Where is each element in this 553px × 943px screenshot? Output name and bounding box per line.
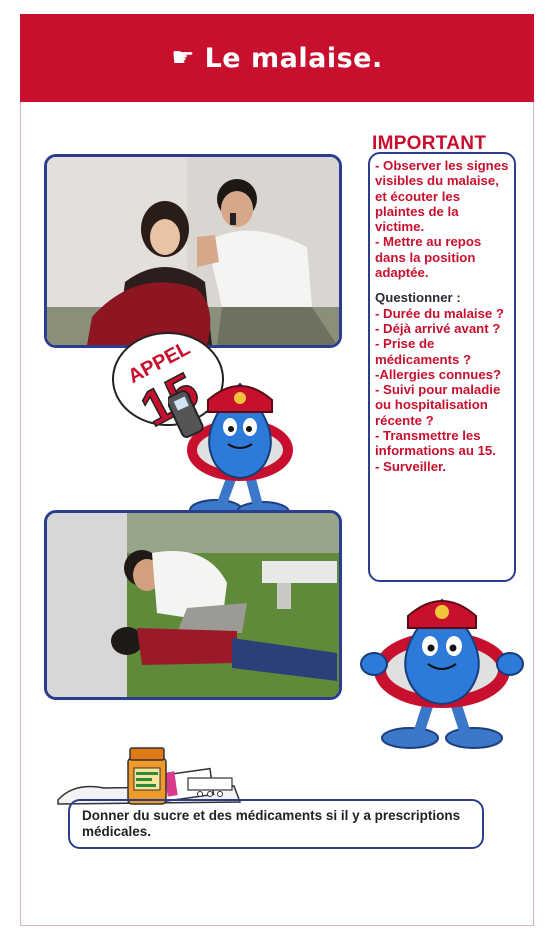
questions-title: Questionner : xyxy=(375,290,461,306)
firefighter-drop-mascot-icon xyxy=(166,372,308,523)
question-followup: - Suivi pour maladie ou hospitalisation … xyxy=(375,382,501,428)
firefighter-drop-mascot-icon xyxy=(358,582,526,750)
title-banner: ☛ Le malaise. xyxy=(20,14,534,102)
question-duration: - Durée du malaise ? xyxy=(375,305,504,321)
sugar-medication-note: Donner du sucre et des médicaments si il… xyxy=(68,799,484,849)
note-text: Donner du sucre et des médicaments si il… xyxy=(82,808,461,839)
important-observe: - Observer les signes visibles du malais… xyxy=(375,158,509,235)
important-box: - Observer les signes visibles du malais… xyxy=(368,152,516,582)
hand-pointing-right-icon: ☛ xyxy=(171,43,195,73)
photo-seated-victim-call xyxy=(44,154,342,348)
instruction-monitor: - Surveiller. xyxy=(375,458,447,474)
page-title: Le malaise. xyxy=(204,42,383,74)
instruction-transmit: - Transmettre les informations au 15. xyxy=(375,428,496,459)
question-before: - Déjà arrivé avant ? xyxy=(375,320,501,336)
important-rest: - Mettre au repos dans la position adapt… xyxy=(375,234,482,281)
question-allergies: -Allergies connues? xyxy=(375,366,502,382)
photo-seated-illustration xyxy=(47,157,339,345)
question-medication: - Prise de médicaments ? xyxy=(375,336,472,367)
photo-recovery-position xyxy=(44,510,342,700)
photo-recovery-illustration xyxy=(47,513,339,697)
